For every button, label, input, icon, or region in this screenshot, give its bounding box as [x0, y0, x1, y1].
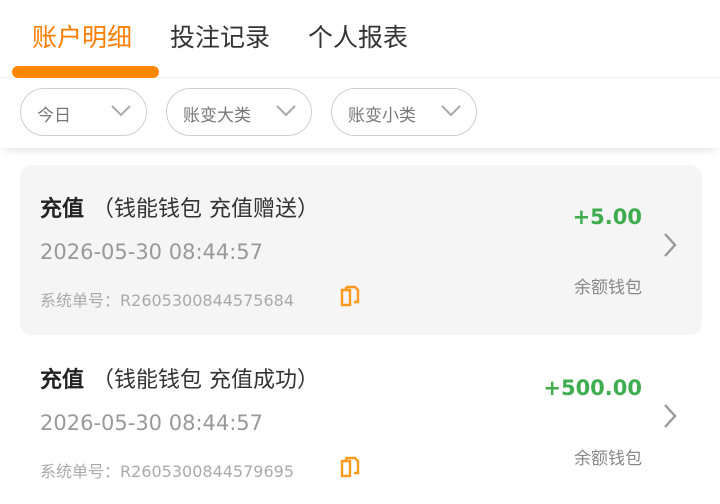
- tab-bar: 账户明细 投注记录 个人报表: [0, 0, 720, 78]
- tab-bet-records[interactable]: 投注记录: [170, 18, 270, 54]
- tab-account-details[interactable]: 账户明细: [32, 18, 132, 54]
- order-number-label: 系统单号：: [40, 291, 121, 310]
- tab-personal-report[interactable]: 个人报表: [308, 18, 408, 54]
- record-order-number: 系统单号：R2605300844579695: [40, 458, 294, 482]
- record-time: 2026-05-30 08:44:57: [40, 411, 264, 435]
- record-amount: +500.00: [543, 376, 642, 400]
- chevron-down-icon: [276, 105, 296, 117]
- chevron-right-icon: [664, 404, 677, 428]
- record-subtitle: （钱能钱包 充值成功）: [92, 368, 320, 393]
- order-number-value: R2605300844575684: [120, 291, 295, 310]
- date-filter-dropdown[interactable]: 今日: [20, 88, 147, 136]
- category-filter-dropdown[interactable]: 账变大类: [166, 88, 312, 136]
- record-order-number: 系统单号：R2605300844575684: [40, 287, 294, 311]
- category-filter-label: 账变大类: [183, 106, 251, 126]
- subcategory-filter-dropdown[interactable]: 账变小类: [331, 88, 477, 136]
- active-tab-indicator: [12, 66, 159, 78]
- record-amount: +5.00: [572, 205, 642, 229]
- record-type: 充值: [40, 197, 85, 222]
- record-type: 充值: [40, 368, 85, 393]
- transaction-record[interactable]: 充值 （钱能钱包 充值成功） 2026-05-30 08:44:57 系统单号：R…: [20, 336, 702, 504]
- record-time: 2026-05-30 08:44:57: [40, 240, 264, 264]
- chevron-down-icon: [111, 105, 131, 117]
- record-title: 充值 （钱能钱包 充值赠送）: [40, 191, 319, 223]
- order-number-value: R2605300844579695: [120, 462, 295, 481]
- copy-icon[interactable]: [340, 456, 360, 480]
- transaction-record[interactable]: 充值 （钱能钱包 充值赠送） 2026-05-30 08:44:57 系统单号：R…: [20, 165, 702, 335]
- order-number-label: 系统单号：: [40, 462, 121, 481]
- chevron-right-icon: [664, 233, 677, 257]
- subcategory-filter-label: 账变小类: [348, 106, 416, 126]
- record-wallet: 余额钱包: [574, 278, 642, 298]
- record-wallet: 余额钱包: [574, 449, 642, 469]
- record-subtitle: （钱能钱包 充值赠送）: [92, 197, 320, 222]
- date-filter-label: 今日: [37, 106, 71, 126]
- copy-icon[interactable]: [340, 285, 360, 309]
- chevron-down-icon: [441, 105, 461, 117]
- filter-bar: 今日 账变大类 账变小类: [0, 78, 720, 148]
- record-title: 充值 （钱能钱包 充值成功）: [40, 362, 319, 394]
